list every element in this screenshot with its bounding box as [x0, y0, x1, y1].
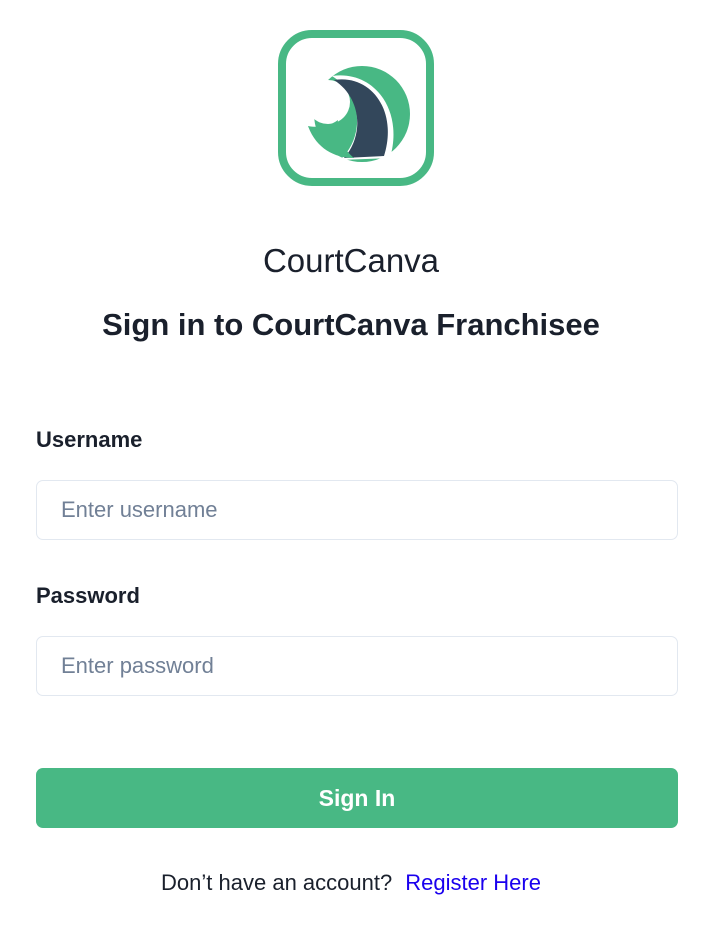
username-input[interactable]	[36, 480, 678, 540]
sign-in-button[interactable]: Sign In	[36, 768, 678, 828]
username-label: Username	[36, 427, 143, 452]
page-title: Sign in to CourtCanva Franchisee	[102, 307, 600, 342]
password-label: Password	[36, 583, 140, 608]
app-name: CourtCanva	[262, 242, 440, 279]
register-prompt: Don’t have an account? Register Here	[0, 870, 702, 896]
courtcanva-logo-icon	[278, 30, 434, 186]
register-prompt-text: Don’t have an account?	[161, 870, 393, 895]
logo-svg	[278, 30, 434, 186]
register-link[interactable]: Register Here	[405, 870, 541, 895]
password-input[interactable]	[36, 636, 678, 696]
